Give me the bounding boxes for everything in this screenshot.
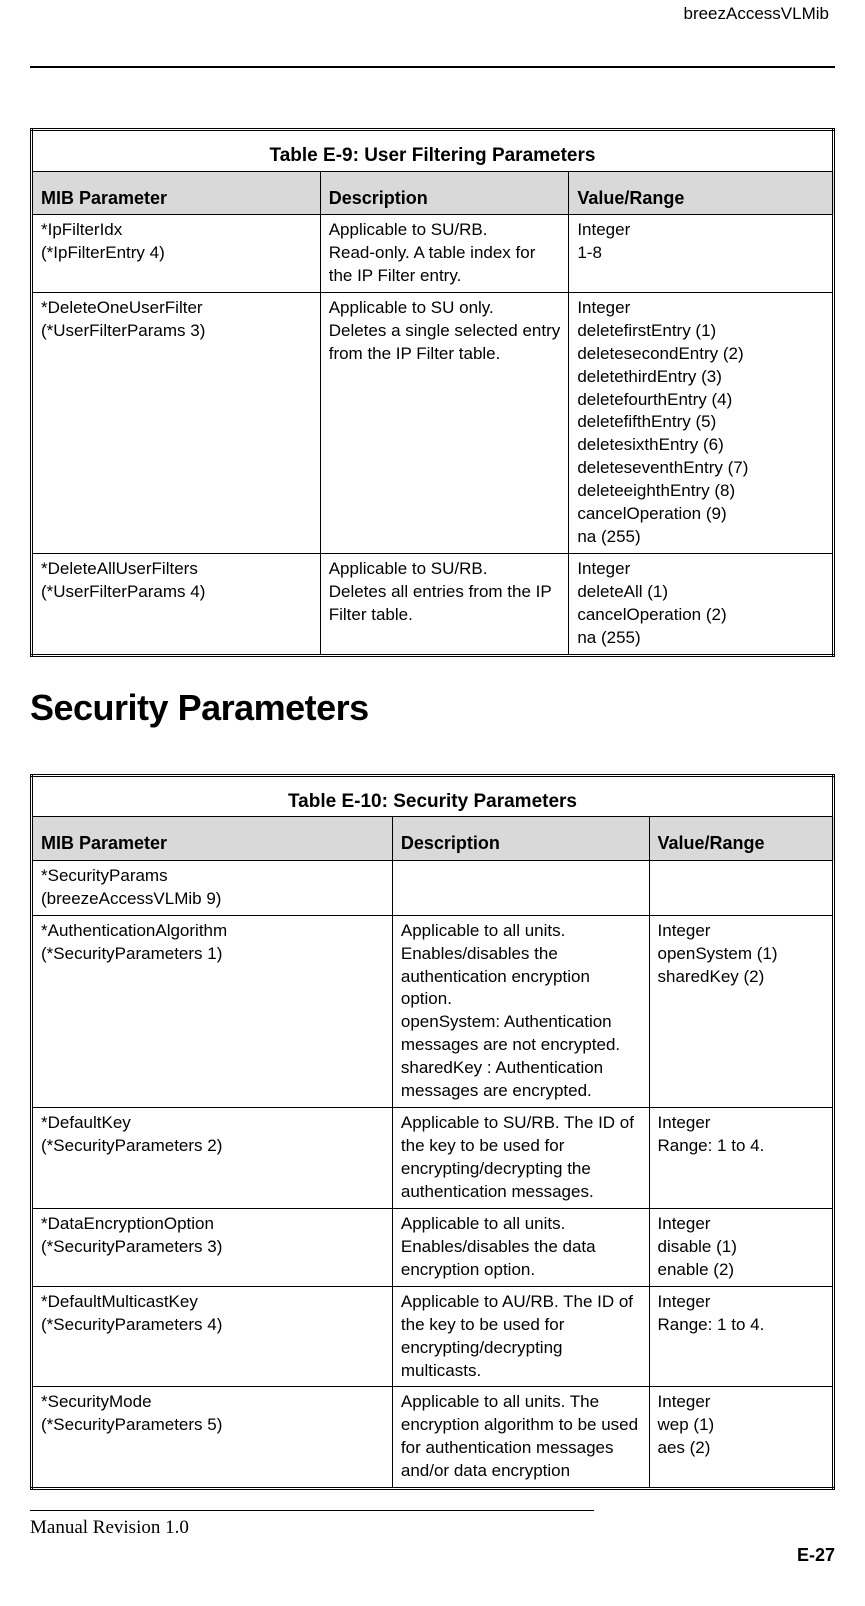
footer-rule [30,1510,594,1511]
table-security-parameters: Table E-10: Security Parameters MIB Para… [30,774,835,1490]
table-row: *SecurityMode (*SecurityParameters 5) Ap… [32,1387,834,1489]
col-header-value: Value/Range [649,817,833,860]
cell-value: Integer disable (1) enable (2) [649,1208,833,1286]
table-user-filtering: Table E-9: User Filtering Parameters MIB… [30,128,835,657]
table-caption: Table E-9: User Filtering Parameters [32,130,834,172]
cell-value: Integer 1-8 [569,214,834,292]
cell-value [649,860,833,915]
table-caption: Table E-10: Security Parameters [32,775,834,817]
table-row: *DataEncryptionOption (*SecurityParamete… [32,1208,834,1286]
cell-param: *SecurityParams (breezeAccessVLMib 9) [32,860,393,915]
table-row: *AuthenticationAlgorithm (*SecurityParam… [32,915,834,1108]
col-header-value: Value/Range [569,171,834,214]
col-header-desc: Description [392,817,649,860]
cell-value: Integer deletefirstEntry (1) deletesecon… [569,292,834,553]
cell-desc: Applicable to SU/RB. Read-only. A table … [320,214,569,292]
table-row: *DeleteOneUserFilter (*UserFilterParams … [32,292,834,553]
cell-desc: Applicable to all units. Enables/disable… [392,915,649,1108]
cell-param: *IpFilterIdx (*IpFilterEntry 4) [32,214,321,292]
cell-desc: Applicable to SU/RB. Deletes all entries… [320,554,569,656]
cell-param: *DeleteAllUserFilters (*UserFilterParams… [32,554,321,656]
cell-desc: Applicable to AU/RB. The ID of the key t… [392,1286,649,1387]
cell-param: *SecurityMode (*SecurityParameters 5) [32,1387,393,1489]
cell-desc: Applicable to SU/RB. The ID of the key t… [392,1108,649,1209]
header-right: breezAccessVLMib [30,0,835,34]
cell-desc [392,860,649,915]
cell-value: Integer openSystem (1) sharedKey (2) [649,915,833,1108]
cell-value: Integer wep (1) aes (2) [649,1387,833,1489]
cell-param: *DefaultMulticastKey (*SecurityParameter… [32,1286,393,1387]
col-header-param: MIB Parameter [32,817,393,860]
table-row: *DeleteAllUserFilters (*UserFilterParams… [32,554,834,656]
cell-value: Integer Range: 1 to 4. [649,1286,833,1387]
footer-revision: Manual Revision 1.0 [30,1517,189,1539]
cell-param: *DeleteOneUserFilter (*UserFilterParams … [32,292,321,553]
cell-desc: Applicable to all units. The encryption … [392,1387,649,1489]
cell-desc: Applicable to all units. Enables/disable… [392,1208,649,1286]
cell-param: *DefaultKey (*SecurityParameters 2) [32,1108,393,1209]
footer-page-number: E-27 [797,1545,835,1566]
cell-value: Integer Range: 1 to 4. [649,1108,833,1209]
cell-desc: Applicable to SU only. Deletes a single … [320,292,569,553]
table-row: *DefaultMulticastKey (*SecurityParameter… [32,1286,834,1387]
cell-param: *DataEncryptionOption (*SecurityParamete… [32,1208,393,1286]
cell-param: *AuthenticationAlgorithm (*SecurityParam… [32,915,393,1108]
section-heading-security: Security Parameters [30,687,835,729]
col-header-desc: Description [320,171,569,214]
page-footer: Manual Revision 1.0 E-27 [30,1510,835,1566]
cell-value: Integer deleteAll (1) cancelOperation (2… [569,554,834,656]
col-header-param: MIB Parameter [32,171,321,214]
table-row: *SecurityParams (breezeAccessVLMib 9) [32,860,834,915]
table-row: *IpFilterIdx (*IpFilterEntry 4) Applicab… [32,214,834,292]
table-row: *DefaultKey (*SecurityParameters 2) Appl… [32,1108,834,1209]
